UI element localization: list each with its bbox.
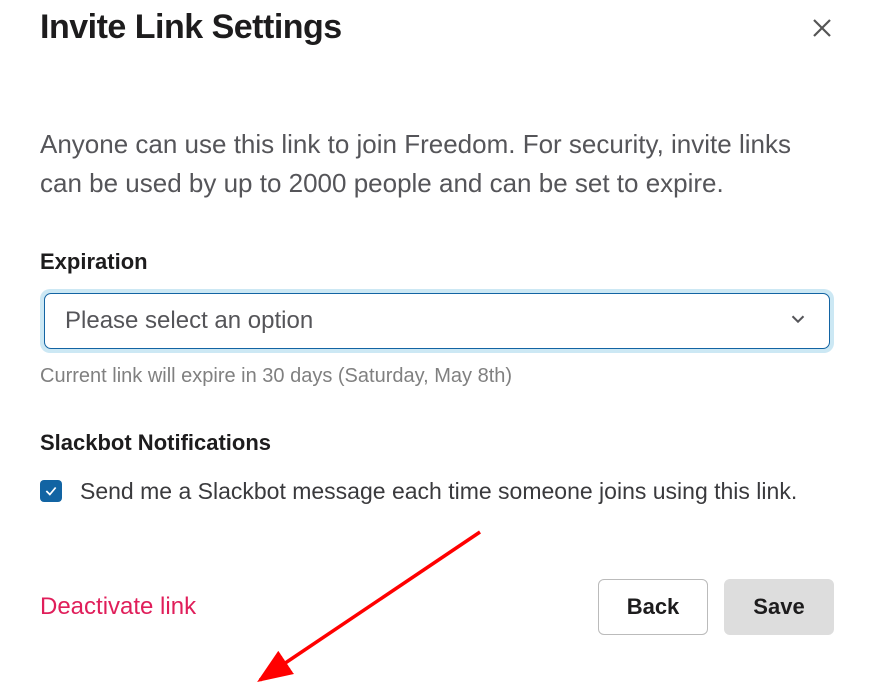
description-text: Anyone can use this link to join Freedom…: [40, 125, 834, 203]
close-button[interactable]: [804, 10, 840, 46]
close-icon: [810, 16, 834, 40]
page-title: Invite Link Settings: [40, 8, 342, 47]
back-button[interactable]: Back: [598, 579, 708, 635]
deactivate-link[interactable]: Deactivate link: [40, 593, 196, 621]
expiration-select[interactable]: Please select an option: [44, 293, 830, 349]
expiration-label: Expiration: [40, 249, 834, 275]
save-button[interactable]: Save: [724, 579, 834, 635]
expiration-select-wrapper: Please select an option: [40, 289, 834, 353]
notifications-checkbox-label: Send me a Slackbot message each time som…: [80, 474, 797, 509]
notifications-label: Slackbot Notifications: [40, 430, 834, 456]
check-icon: [44, 484, 58, 498]
notifications-checkbox[interactable]: [40, 480, 62, 502]
expiration-select-value: Please select an option: [65, 307, 313, 335]
expiration-hint: Current link will expire in 30 days (Sat…: [40, 365, 834, 388]
chevron-down-icon: [787, 308, 809, 335]
